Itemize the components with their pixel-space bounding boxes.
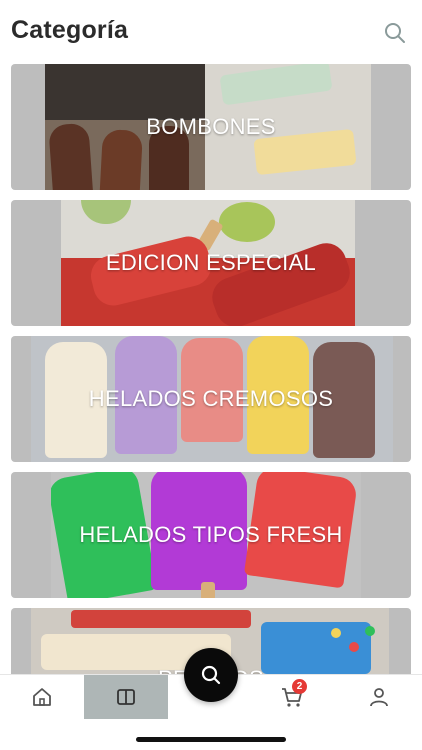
- category-card-helados-tipos-fresh[interactable]: HELADOS TIPOS FRESH: [11, 472, 411, 598]
- categories-icon: [117, 689, 135, 705]
- app-header: Categoría: [0, 0, 422, 62]
- user-icon: [370, 688, 388, 707]
- category-label: HELADOS TIPOS FRESH: [79, 522, 343, 547]
- nav-profile[interactable]: [357, 675, 401, 719]
- nav-categories[interactable]: [84, 675, 168, 719]
- category-card-bombones[interactable]: BOMBONES: [11, 64, 411, 190]
- category-card-helados-cremosos[interactable]: HELADOS CREMOSOS: [11, 336, 411, 462]
- home-icon: [33, 688, 51, 706]
- page-title: Categoría: [11, 16, 129, 44]
- search-icon[interactable]: [384, 22, 406, 44]
- category-label: EDICION ESPECIAL: [105, 250, 317, 275]
- nav-home[interactable]: [20, 675, 64, 719]
- category-label: BOMBONES: [146, 114, 276, 139]
- home-indicator: [136, 737, 286, 742]
- category-list[interactable]: BOMBONES EDICION ESPECIAL HELADOS CREMOS…: [0, 62, 422, 674]
- search-fab-button[interactable]: [184, 648, 238, 702]
- nav-cart[interactable]: 2: [270, 675, 314, 719]
- search-icon: [201, 665, 221, 685]
- cart-badge: 2: [292, 679, 307, 694]
- category-card-edicion-especial[interactable]: EDICION ESPECIAL: [11, 200, 411, 326]
- category-label: HELADOS CREMOSOS: [88, 386, 334, 411]
